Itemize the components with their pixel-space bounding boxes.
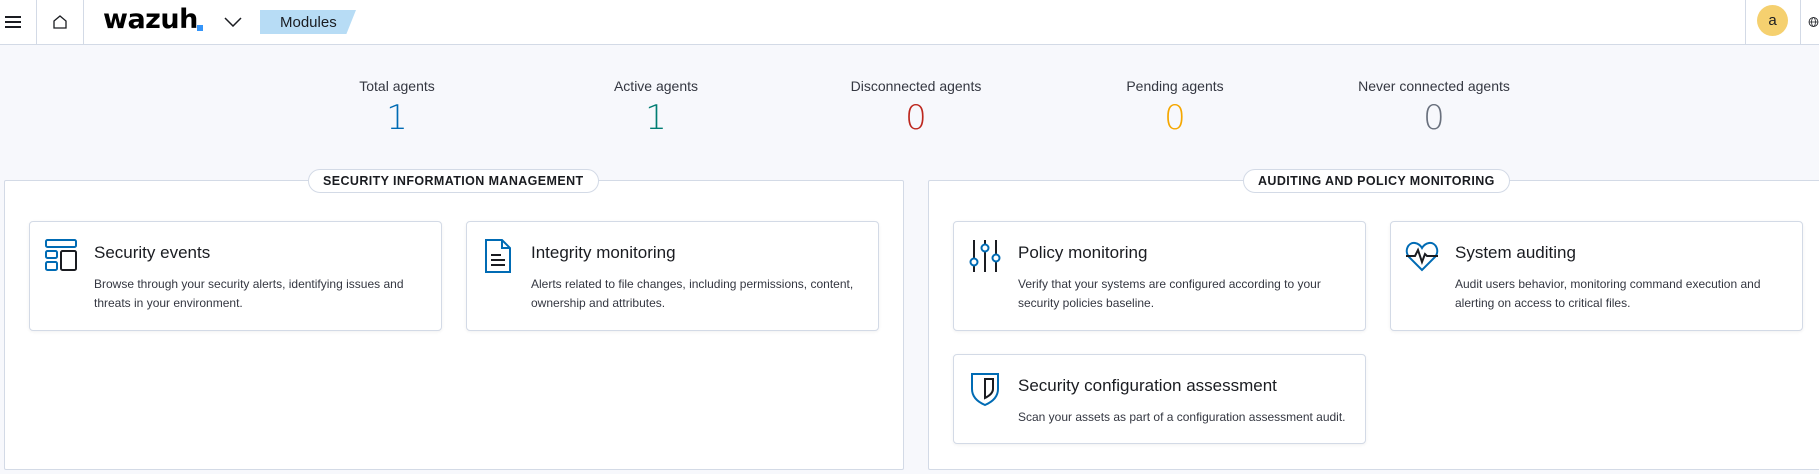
top-navigation-bar: wazuh Modules a <box>0 0 1819 45</box>
wazuh-logo[interactable]: wazuh <box>103 4 198 35</box>
stat-value[interactable]: 1 <box>556 98 756 138</box>
card-title: System auditing <box>1455 243 1576 262</box>
chevron-down-icon <box>224 17 242 27</box>
stat-label: Active agents <box>613 78 699 94</box>
card-title: Policy monitoring <box>1018 243 1148 262</box>
sliders-icon <box>969 240 1001 272</box>
card-description: Alerts related to file changes, includin… <box>531 277 854 310</box>
home-icon <box>53 15 67 29</box>
card-security-events[interactable]: Security events Browse through your secu… <box>29 221 442 331</box>
section-title: AUDITING AND POLICY MONITORING <box>1243 169 1510 193</box>
dashboard-icon <box>45 239 77 271</box>
avatar-initial: a <box>1768 12 1777 29</box>
stat-disconnected-agents: Disconnected agents 0 <box>816 78 1016 138</box>
stat-label: Disconnected agents <box>850 78 982 94</box>
breadcrumb-label: Modules <box>280 13 337 31</box>
app-switcher-dropdown[interactable] <box>222 0 244 44</box>
card-description: Browse through your security alerts, ide… <box>94 277 404 310</box>
stat-pending-agents: Pending agents 0 <box>1075 78 1275 138</box>
menu-button[interactable] <box>0 0 26 44</box>
card-security-configuration-assessment[interactable]: Security configuration assessment Scan y… <box>953 354 1366 444</box>
stat-never-connected-agents: Never connected agents 0 <box>1334 78 1534 138</box>
breadcrumb-modules[interactable]: Modules <box>260 10 356 34</box>
card-description: Scan your assets as part of a configurat… <box>1018 410 1346 424</box>
divider <box>83 0 84 44</box>
stat-value[interactable]: 1 <box>297 98 497 138</box>
stat-total-agents: Total agents 1 <box>297 78 497 138</box>
stat-value[interactable]: 0 <box>1075 98 1275 138</box>
stat-label: Total agents <box>359 78 435 94</box>
card-policy-monitoring[interactable]: Policy monitoring Verify that your syste… <box>953 221 1366 331</box>
hamburger-icon <box>5 16 21 28</box>
card-title: Security events <box>94 243 211 262</box>
card-description: Audit users behavior, monitoring command… <box>1455 277 1761 310</box>
heartbeat-icon <box>1405 241 1439 272</box>
card-system-auditing[interactable]: System auditing Audit users behavior, mo… <box>1390 221 1803 331</box>
home-button[interactable] <box>37 0 83 44</box>
card-title: Security configuration assessment <box>1018 376 1277 395</box>
stat-label: Pending agents <box>1126 78 1224 94</box>
document-icon <box>485 239 511 273</box>
avatar[interactable]: a <box>1757 5 1788 36</box>
stat-active-agents: Active agents 1 <box>556 78 756 138</box>
divider <box>1800 0 1801 44</box>
stat-label: Never connected agents <box>1358 78 1510 94</box>
stat-value[interactable]: 0 <box>816 98 1016 138</box>
card-integrity-monitoring[interactable]: Integrity monitoring Alerts related to f… <box>466 221 879 331</box>
card-title: Integrity monitoring <box>531 243 676 262</box>
logo-dot <box>197 25 203 31</box>
section-title: SECURITY INFORMATION MANAGEMENT <box>308 169 599 193</box>
shield-icon <box>971 373 999 407</box>
language-button[interactable] <box>1808 0 1819 44</box>
globe-icon <box>1808 17 1819 27</box>
card-description: Verify that your systems are configured … <box>1018 277 1321 310</box>
divider <box>1745 0 1746 44</box>
stat-value[interactable]: 0 <box>1334 98 1534 138</box>
